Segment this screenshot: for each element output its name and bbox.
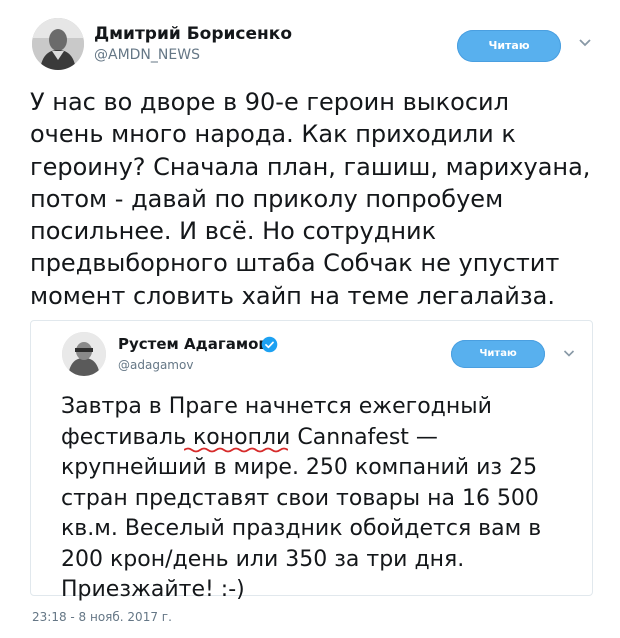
follow-button[interactable]: Читаю [457,30,561,62]
spellcheck-underline [184,447,288,453]
author-name[interactable]: Дмитрий Борисенко [94,24,292,44]
verified-badge-icon [261,336,278,353]
author-avatar[interactable] [32,18,84,70]
quoted-author-handle[interactable]: @adagamov [118,358,193,372]
chevron-down-icon[interactable] [563,349,575,358]
quoted-author-avatar[interactable] [62,332,106,376]
quoted-author-name[interactable]: Рустем Адагамов [118,335,268,353]
chevron-down-icon[interactable] [578,38,592,48]
tweet-text: У нас во дворе в 90-е героин выкосил оче… [30,88,591,310]
tweet-timestamp[interactable]: 23:18 - 8 нояб. 2017 г. [32,610,172,624]
author-handle[interactable]: @AMDN_NEWS [94,47,200,63]
quoted-tweet-text: Завтра в Праге начнется ежегодный фестив… [61,394,542,602]
quoted-follow-button[interactable]: Читаю [451,340,545,368]
